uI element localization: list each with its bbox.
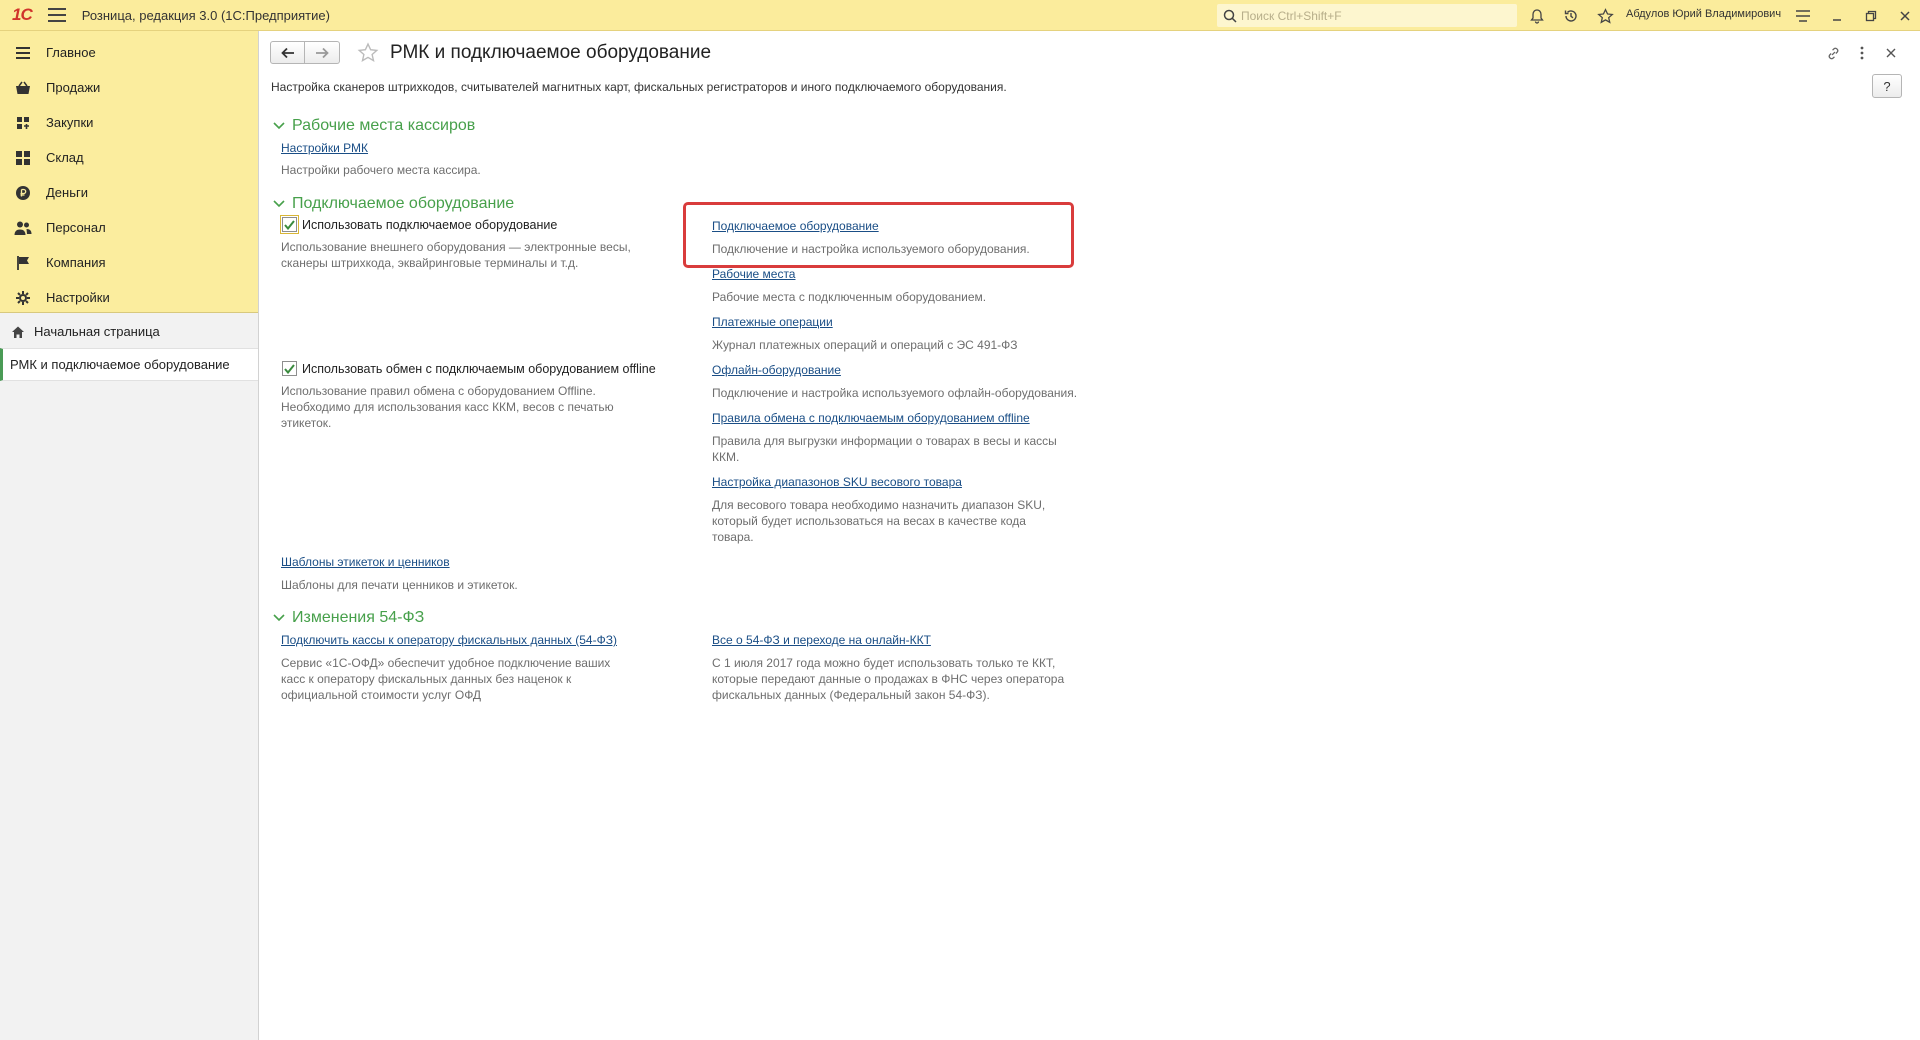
navigation-buttons xyxy=(270,41,340,64)
highlight-frame xyxy=(683,202,1074,268)
title-bar: 1С Розница, редакция 3.0 (1С:Предприятие… xyxy=(0,0,1920,31)
add-to-favorites-star-icon[interactable] xyxy=(354,39,382,67)
section-money[interactable]: Деньги xyxy=(0,175,258,210)
use-equipment-note: Использование внешнего оборудования — эл… xyxy=(281,240,631,270)
section-label: Главное xyxy=(46,45,96,60)
offline-equipment-link[interactable]: Офлайн-оборудование xyxy=(712,363,841,377)
help-button[interactable]: ? xyxy=(1872,74,1902,98)
offline-exchange-rules-link[interactable]: Правила обмена с подключаемым оборудован… xyxy=(712,411,1030,425)
menu-icon[interactable] xyxy=(1792,5,1814,27)
group-cashier-workplaces[interactable]: Рабочие места кассиров xyxy=(272,117,475,135)
sku-ranges-note: Для весового товара необходимо назначить… xyxy=(712,498,1046,544)
open-window-label: РМК и подключаемое оборудование xyxy=(10,357,230,372)
page-title: РМК и подключаемое оборудование xyxy=(390,42,712,63)
flag-icon xyxy=(14,254,32,272)
section-label: Закупки xyxy=(46,115,94,130)
group-title-label: Подключаемое оборудование xyxy=(292,195,515,212)
payment-operations-note: Журнал платежных операций и операций с Э… xyxy=(712,338,1018,352)
sections-panel: Главное Продажи Закупки Склад Деньги Пер… xyxy=(0,31,258,313)
group-connected-equipment[interactable]: Подключаемое оборудование xyxy=(272,195,514,213)
connected-equipment-note: Подключение и настройка используемого об… xyxy=(712,242,1030,256)
arrow-right-icon xyxy=(316,47,329,58)
people-icon xyxy=(14,219,32,237)
section-purchases[interactable]: Закупки xyxy=(0,105,258,140)
section-label: Компания xyxy=(46,255,106,270)
group-54fz-changes[interactable]: Изменения 54-ФЗ xyxy=(272,609,424,627)
history-icon[interactable] xyxy=(1560,5,1582,27)
chevron-down-icon xyxy=(272,197,286,211)
app-title: Розница, редакция 3.0 (1С:Предприятие) xyxy=(81,7,330,23)
warehouse-icon xyxy=(14,149,32,167)
list-icon xyxy=(14,44,32,62)
rmk-settings-note: Настройки рабочего места кассира. xyxy=(281,163,481,177)
home-icon xyxy=(10,324,26,340)
favorites-star-icon[interactable] xyxy=(1594,5,1616,27)
purchase-icon xyxy=(14,114,32,132)
sku-ranges-link[interactable]: Настройка диапазонов SKU весового товара xyxy=(712,475,962,489)
section-company[interactable]: Компания xyxy=(0,245,258,280)
bell-icon[interactable] xyxy=(1526,5,1548,27)
checkbox-checked-icon[interactable] xyxy=(282,361,297,376)
section-main[interactable]: Главное xyxy=(0,35,258,70)
search-icon[interactable] xyxy=(1221,7,1239,25)
section-sales[interactable]: Продажи xyxy=(0,70,258,105)
payment-operations-link[interactable]: Платежные операции xyxy=(712,315,833,329)
open-window-label: Начальная страница xyxy=(34,324,160,339)
back-button[interactable] xyxy=(270,41,305,64)
connect-ofd-link[interactable]: Подключить кассы к оператору фискальных … xyxy=(281,633,617,647)
label-templates-note: Шаблоны для печати ценников и этикеток. xyxy=(281,578,518,592)
open-window-home[interactable]: Начальная страница xyxy=(0,315,258,348)
use-offline-exchange-checkbox[interactable]: Использовать обмен с подключаемым оборуд… xyxy=(282,361,656,376)
workplaces-note: Рабочие места с подключенным оборудовани… xyxy=(712,290,987,304)
checkbox-checked-icon[interactable] xyxy=(280,215,299,234)
rmk-settings-link[interactable]: Настройки РМК xyxy=(281,141,368,155)
user-name[interactable]: Абдулов Юрий Владимирович xyxy=(1626,8,1781,20)
gear-icon xyxy=(14,289,32,307)
section-settings[interactable]: Настройки xyxy=(0,280,258,315)
close-icon[interactable] xyxy=(1894,5,1916,27)
global-search[interactable] xyxy=(1217,4,1517,27)
money-icon xyxy=(14,184,32,202)
section-label: Склад xyxy=(46,150,84,165)
chevron-down-icon xyxy=(272,611,286,625)
section-label: Продажи xyxy=(46,80,101,95)
offline-equipment-note: Подключение и настройка используемого оф… xyxy=(712,386,1078,400)
use-offline-exchange-note: Использование правил обмена с оборудован… xyxy=(281,384,614,430)
forward-button[interactable] xyxy=(305,41,340,64)
label-templates-link[interactable]: Шаблоны этикеток и ценников xyxy=(281,555,450,569)
cart-icon xyxy=(14,79,32,97)
link-icon[interactable] xyxy=(1822,42,1844,64)
group-title-label: Рабочие места кассиров xyxy=(292,117,476,134)
form-description: Настройка сканеров штрихкодов, считывате… xyxy=(271,80,1007,94)
chevron-down-icon xyxy=(272,119,286,133)
more-actions-icon[interactable] xyxy=(1851,42,1873,64)
section-warehouse[interactable]: Склад xyxy=(0,140,258,175)
use-equipment-checkbox[interactable]: Использовать подключаемое оборудование xyxy=(280,215,558,234)
open-window-rmk[interactable]: РМК и подключаемое оборудование xyxy=(0,348,258,381)
connected-equipment-link[interactable]: Подключаемое оборудование xyxy=(712,219,879,233)
checkbox-label: Использовать подключаемое оборудование xyxy=(302,217,558,232)
app-logo[interactable]: 1С xyxy=(12,5,33,25)
open-windows-list: Начальная страница РМК и подключаемое об… xyxy=(0,313,258,381)
connect-ofd-note: Сервис «1С-ОФД» обеспечит удобное подклю… xyxy=(281,656,611,702)
group-title-label: Изменения 54-ФЗ xyxy=(292,609,425,626)
search-input[interactable] xyxy=(1241,8,1501,23)
workplaces-link[interactable]: Рабочие места xyxy=(712,267,795,281)
minimize-icon[interactable] xyxy=(1826,5,1848,27)
section-personnel[interactable]: Персонал xyxy=(0,210,258,245)
section-label: Деньги xyxy=(46,185,88,200)
about-54fz-link[interactable]: Все о 54-ФЗ и переходе на онлайн-ККТ xyxy=(712,633,931,647)
offline-exchange-rules-note: Правила для выгрузки информации о товара… xyxy=(712,434,1057,464)
main-menu-icon[interactable] xyxy=(47,8,66,22)
sidebar: Главное Продажи Закупки Склад Деньги Пер… xyxy=(0,31,259,1040)
about-54fz-note: С 1 июля 2017 года можно будет использов… xyxy=(712,656,1065,702)
arrow-left-icon xyxy=(280,47,294,58)
close-form-icon[interactable] xyxy=(1880,42,1902,64)
restore-icon[interactable] xyxy=(1860,5,1882,27)
main-form: РМК и подключаемое оборудование Настройк… xyxy=(260,31,1920,1040)
section-label: Персонал xyxy=(46,220,106,235)
section-label: Настройки xyxy=(46,290,110,305)
checkbox-label: Использовать обмен с подключаемым оборуд… xyxy=(302,361,656,376)
